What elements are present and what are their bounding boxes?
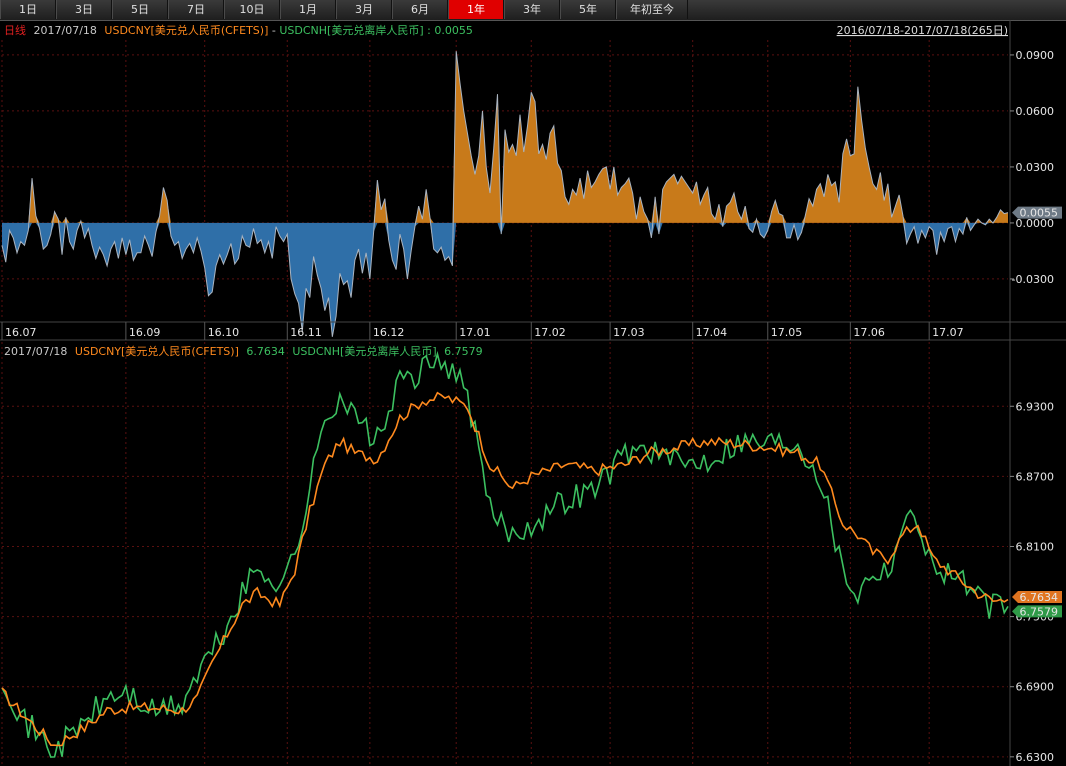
- cnh-last-value: 6.7579: [1020, 605, 1059, 618]
- tab-4[interactable]: 10日: [224, 0, 280, 19]
- spread-area-chart: [1, 51, 1009, 337]
- x-tick-label: 16.07: [5, 326, 37, 339]
- top-y-tick-label: -0.0300: [1012, 273, 1054, 286]
- header-value: : 0.0055: [427, 24, 473, 37]
- spread-negative-area: [2, 222, 1008, 337]
- top-header: 日线 2017/07/18 USDCNY[美元兑人民币(CFETS)] - US…: [4, 23, 473, 37]
- period-tabs: 1日 3日 5日 7日 10日 1月 3月 6月 1年 3年 5年 年初至今: [0, 0, 1066, 21]
- bottom-series-b-value: 6.7579: [444, 345, 483, 358]
- tab-3[interactable]: 7日: [168, 0, 224, 19]
- top-last-value: 0.0055: [1020, 207, 1059, 220]
- header-sep: -: [272, 24, 279, 37]
- tab-2[interactable]: 5日: [112, 0, 168, 19]
- bottom-series-a-value: 6.7634: [246, 345, 285, 358]
- x-tick-label: 16.11: [290, 326, 322, 339]
- bottom-y-tick-label: 6.8100: [1016, 540, 1055, 553]
- bottom-y-tick-label: 6.6300: [1016, 751, 1055, 764]
- header-series-b: USDCNH[美元兑离岸人民币]: [279, 23, 423, 37]
- x-tick-label: 17.01: [459, 326, 491, 339]
- top-y-tick-label: 0.0900: [1016, 49, 1055, 62]
- top-y-tick-label: 0.0300: [1016, 161, 1055, 174]
- x-tick-label: 17.07: [932, 326, 964, 339]
- x-tick-label: 17.04: [696, 326, 728, 339]
- x-tick-label: 16.09: [129, 326, 161, 339]
- bottom-header-date: 2017/07/18: [4, 345, 67, 358]
- header-series-a: USDCNY[美元兑人民币(CFETS)]: [104, 23, 268, 37]
- tab-5[interactable]: 1月: [280, 0, 336, 19]
- tab-10[interactable]: 5年: [560, 0, 616, 19]
- header-prefix: 日线: [4, 23, 26, 37]
- bottom-y-tick-label: 6.9300: [1016, 400, 1055, 413]
- bottom-series-b-label: USDCNH[美元兑离岸人民币]: [292, 344, 436, 358]
- rate-line-chart: [1, 350, 1009, 758]
- x-tick-label: 16.10: [208, 326, 240, 339]
- tab-6[interactable]: 3月: [336, 0, 392, 19]
- fx-chart: 16.07 16.09 16.10 16.11 16.12 17.01 17.02 17.03…: [0, 20, 1066, 766]
- top-y-tick-label: 0.0600: [1016, 105, 1055, 118]
- cny-last-value: 6.7634: [1020, 591, 1059, 604]
- usdcny-line: [1, 391, 1009, 747]
- x-tick-label: 17.03: [613, 326, 645, 339]
- bottom-y-tick-label: 6.6900: [1016, 681, 1055, 694]
- x-tick-label: 17.02: [534, 326, 566, 339]
- tab-11[interactable]: 年初至今: [616, 0, 688, 19]
- tab-0[interactable]: 1日: [0, 0, 56, 19]
- usdcnh-line: [1, 350, 1009, 758]
- tab-9[interactable]: 3年: [504, 0, 560, 19]
- header-date: 2017/07/18: [34, 24, 97, 37]
- tab-8[interactable]: 1年: [448, 0, 504, 19]
- bottom-series-a-label: USDCNY[美元兑人民币(CFETS)]: [75, 344, 239, 358]
- bottom-header: 2017/07/18 USDCNY[美元兑人民币(CFETS)] 6.7634 …: [4, 344, 483, 358]
- tab-7[interactable]: 6月: [392, 0, 448, 19]
- tab-1[interactable]: 3日: [56, 0, 112, 19]
- date-range-link[interactable]: 2016/07/18-2017/07/18(265日): [837, 24, 1008, 37]
- x-tick-label: 17.06: [853, 326, 885, 339]
- x-tick-label: 17.05: [771, 326, 803, 339]
- x-tick-label: 16.12: [373, 326, 405, 339]
- bottom-y-tick-label: 6.8700: [1016, 470, 1055, 483]
